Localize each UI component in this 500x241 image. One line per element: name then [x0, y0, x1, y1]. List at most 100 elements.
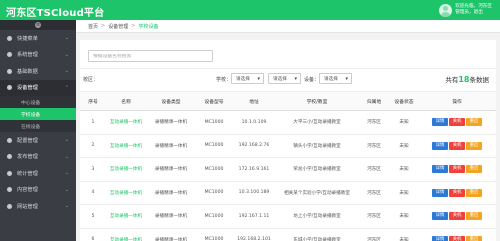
breadcrumb-current: 学校设备	[138, 23, 159, 30]
cell-school: 大平三小/互动录播教室	[276, 110, 358, 135]
breadcrumb-home[interactable]: 首页	[88, 23, 98, 30]
col-header-region: 归属地	[358, 91, 390, 111]
cell-actions: 详情 关机 重启	[418, 110, 496, 135]
sidebar-subitem-center-devices[interactable]: 中心设备	[0, 96, 76, 108]
sidebar-item-system-management[interactable]: 系统管理 ⌄	[0, 47, 76, 64]
shutdown-button[interactable]: 关机	[449, 212, 465, 221]
sidebar-item-statistics-management[interactable]: 统计管理 ⌄	[0, 165, 76, 182]
chevron-up-icon: ⌃	[64, 84, 69, 91]
sidebar-item-label: 快捷菜单	[17, 35, 38, 42]
restart-button[interactable]: 重启	[466, 141, 482, 150]
restart-button[interactable]: 重启	[466, 188, 482, 197]
menu-toggle-icon[interactable]: ≡	[35, 22, 41, 28]
cell-name[interactable]: 互动录播一体机	[106, 228, 146, 241]
shutdown-button[interactable]: 关机	[449, 165, 465, 174]
cell-status: 未知	[390, 157, 418, 182]
breadcrumb: 首页 > 设备管理 > 学校设备	[76, 20, 500, 33]
sidebar-subitem-school-devices[interactable]: 学校设备	[0, 108, 76, 120]
sidebar-item-label: 内容管理	[17, 187, 38, 194]
shutdown-button[interactable]: 关机	[449, 235, 465, 241]
sidebar-item-content-management[interactable]: 内容管理 ⌄	[0, 182, 76, 199]
sidebar-subitem-online-devices[interactable]: 在线设备	[0, 120, 76, 132]
caret-down-icon: ▾	[257, 75, 260, 82]
cell-name[interactable]: 互动录播一体机	[106, 204, 146, 229]
cell-actions: 详情 关机 重启	[418, 157, 496, 182]
sidebar-item-shortcut-menu[interactable]: 快捷菜单 ⌄	[0, 30, 76, 47]
cell-status: 未知	[390, 110, 418, 135]
detail-button[interactable]: 详情	[432, 165, 448, 174]
col-header-status: 设备状态	[390, 91, 418, 111]
cell-status: 未知	[390, 204, 418, 229]
detail-button[interactable]: 详情	[432, 235, 448, 241]
detail-button[interactable]: 详情	[432, 188, 448, 197]
device-label: 设备：	[304, 77, 320, 83]
cell-no: 1	[80, 110, 106, 135]
caret-down-icon: ▾	[294, 75, 297, 82]
cell-status: 未知	[390, 228, 418, 241]
sidebar-item-website-management[interactable]: 网站管理 ⌄	[0, 198, 76, 215]
cell-school: 东城小学/互动录播教室	[276, 228, 358, 241]
chevron-down-icon: ⌄	[64, 153, 69, 160]
detail-button[interactable]: 详情	[432, 212, 448, 221]
sidebar-item-basic-data[interactable]: 基础数据 ⌄	[0, 63, 76, 80]
shutdown-button[interactable]: 关机	[449, 141, 465, 150]
sidebar-item-label: 配置管理	[17, 137, 38, 144]
breadcrumb-separator: >	[131, 23, 136, 29]
menu-icon	[7, 35, 12, 41]
cell-model: MC1000	[196, 157, 232, 182]
breadcrumb-separator: >	[101, 23, 106, 29]
col-header-address: 地址	[232, 91, 276, 111]
cell-address: 192.167.1.11	[232, 204, 276, 229]
device-icon	[7, 85, 12, 91]
cell-address: 10.1.0.109	[232, 110, 276, 135]
avatar[interactable]	[439, 3, 453, 17]
total-number: 18	[458, 75, 470, 84]
cell-type: 录播精课一体机	[146, 134, 196, 158]
cell-name[interactable]: 互动录播一体机	[106, 110, 146, 135]
table-row: 1 互动录播一体机 录播精课一体机 MC1000 10.1.0.109 大平三小/互动录播…	[80, 110, 496, 135]
cell-name[interactable]: 互动录播一体机	[106, 134, 146, 158]
detail-button[interactable]: 详情	[432, 141, 448, 150]
table-row: 2 互动录播一体机 录播精课一体机 MC1000 192.168.2.76 镇头小学/互动…	[80, 134, 496, 158]
grade-select[interactable]: 请选择 ▾	[268, 73, 301, 84]
search-box[interactable]	[88, 50, 213, 62]
cell-region: 河东区	[358, 110, 390, 135]
device-select[interactable]: 请选择 ▾	[319, 73, 352, 84]
sidebar-item-config-management[interactable]: 配置管理 ⌄	[0, 132, 76, 149]
detail-button[interactable]: 详情	[432, 118, 448, 127]
cell-model: MC1000	[196, 228, 232, 241]
school-label: 学校：	[216, 77, 232, 83]
district-label: 校区：	[83, 77, 99, 83]
total-prefix: 共有	[445, 76, 459, 84]
sidebar-toggle[interactable]: ≡	[0, 20, 76, 30]
cell-region: 河东区	[358, 134, 390, 158]
cell-status: 未知	[390, 181, 418, 205]
cell-type: 录播精课一体机	[146, 157, 196, 182]
shutdown-button[interactable]: 关机	[449, 188, 465, 197]
sidebar-item-publish-management[interactable]: 发布管理 ⌄	[0, 149, 76, 166]
school-select[interactable]: 请选择 ▾	[231, 73, 264, 84]
col-header-actions: 操作	[418, 91, 496, 111]
chevron-down-icon: ⌄	[64, 186, 69, 193]
cell-type: 录播精课一体机	[146, 181, 196, 205]
sidebar-item-device-management[interactable]: 设备管理 ⌃	[0, 79, 76, 96]
col-header-name: 名称	[106, 91, 146, 111]
content-icon	[7, 187, 12, 193]
search-input[interactable]	[93, 53, 208, 59]
restart-button[interactable]: 重启	[466, 118, 482, 127]
cell-address: 192.168.2.101	[232, 228, 276, 241]
restart-button[interactable]: 重启	[466, 212, 482, 221]
user-area[interactable]: 欢迎光临，河东区 管理员，退出	[439, 2, 492, 18]
cell-name[interactable]: 互动录播一体机	[106, 181, 146, 205]
grade-select-value: 请选择	[273, 76, 287, 82]
shutdown-button[interactable]: 关机	[449, 118, 465, 127]
chevron-down-icon: ⌄	[64, 203, 69, 209]
restart-button[interactable]: 重启	[466, 165, 482, 174]
divider	[80, 68, 496, 69]
cell-name[interactable]: 互动录播一体机	[106, 157, 146, 182]
sidebar-item-label: 统计管理	[17, 170, 38, 177]
logout-link[interactable]: 管理员，退出	[455, 10, 492, 16]
table-row: 3 互动录播一体机 录播精课一体机 MC1000 172.16.9.161 荣总小学/互动…	[80, 157, 496, 182]
breadcrumb-device-management[interactable]: 设备管理	[108, 23, 128, 30]
restart-button[interactable]: 重启	[466, 235, 482, 241]
